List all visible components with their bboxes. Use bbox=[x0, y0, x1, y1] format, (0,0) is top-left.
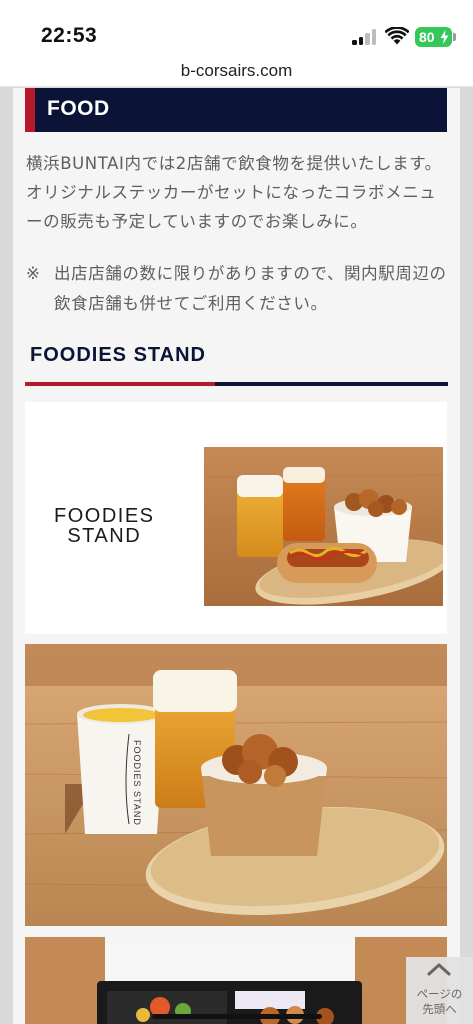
back-to-top-line-1: ページの bbox=[416, 987, 463, 1001]
battery-indicator: 80 bbox=[415, 27, 452, 47]
foodies-stand-logo: FOODIES STAND bbox=[54, 506, 155, 546]
status-bar: 22:53 80 bbox=[0, 0, 473, 56]
cup-print-text: FOODIES STAND bbox=[132, 740, 142, 826]
cellular-signal-icon bbox=[352, 28, 378, 45]
battery-level: 80 bbox=[419, 29, 435, 45]
page-content: FOOD 横浜BUNTAI内では2店舗で飲食物を提供いたします。オリジナルステッ… bbox=[13, 88, 460, 1024]
browser-url-bar[interactable]: b-corsairs.com bbox=[0, 56, 473, 87]
back-to-top-button[interactable]: ページの 先頭へ bbox=[406, 957, 473, 1024]
bento-box-photo bbox=[25, 937, 447, 1024]
food-description: 横浜BUNTAI内では2店舗で飲食物を提供いたします。オリジナルステッカーがセッ… bbox=[26, 154, 442, 231]
logo-line-1: FOODIES bbox=[54, 505, 155, 527]
note-text: 出店店舗の数に限りがありますので、関内駅周辺の飲食店舗も併せてご利用ください。 bbox=[54, 264, 447, 313]
header-accent bbox=[25, 88, 35, 132]
battery-cap bbox=[453, 33, 456, 41]
foodies-stand-card: FOODIES STAND bbox=[25, 402, 447, 634]
back-to-top-line-2: 先頭へ bbox=[422, 1002, 457, 1016]
status-time: 22:53 bbox=[41, 24, 98, 47]
food-note: ※ 出店店舗の数に限りがありますので、関内駅周辺の飲食店舗も併せてご利用ください… bbox=[26, 259, 451, 319]
chevron-up-icon bbox=[427, 963, 451, 976]
food-section-title: FOOD bbox=[47, 97, 110, 120]
home-indicator[interactable] bbox=[152, 1014, 322, 1019]
beer-hotdog-karaage-photo bbox=[204, 447, 443, 606]
heading-rule-red bbox=[25, 382, 215, 386]
heading-rule-navy bbox=[215, 382, 448, 386]
beer-soup-karaage-photo: FOODIES STAND bbox=[25, 644, 447, 926]
charging-bolt-icon bbox=[440, 30, 449, 44]
foodies-stand-heading: FOODIES STAND bbox=[30, 344, 206, 366]
wifi-icon bbox=[385, 27, 409, 45]
food-section-header: FOOD bbox=[25, 88, 447, 132]
logo-line-2: STAND bbox=[67, 525, 142, 547]
url-text[interactable]: b-corsairs.com bbox=[0, 61, 473, 81]
note-mark: ※ bbox=[26, 264, 41, 283]
back-to-top-label: ページの 先頭へ bbox=[406, 987, 473, 1017]
